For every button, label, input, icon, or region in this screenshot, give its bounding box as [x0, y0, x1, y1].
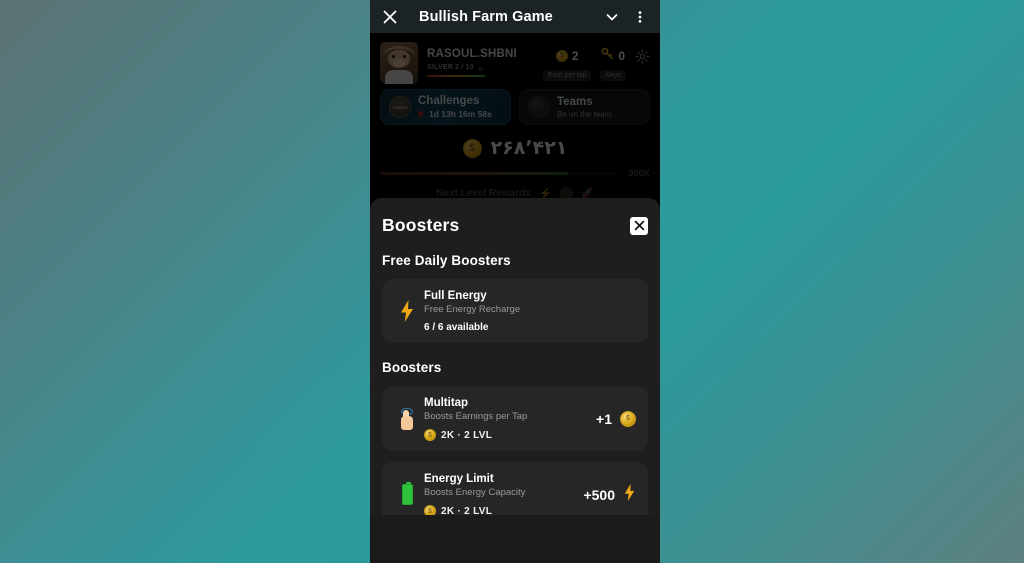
boosters-sheet: Boosters Free Daily Boosters Full Energy… [370, 198, 660, 563]
tap-hand-icon [394, 407, 420, 430]
balance-row: ۲۶۸٬۴۲۱ [380, 137, 650, 159]
stats-group: 2 Earn per tap 0 Keys [542, 44, 650, 82]
stat-keys: 0 Keys [600, 47, 626, 82]
booster-cost: 2K · 2 LVL [441, 429, 493, 441]
card-title: Teams [557, 95, 593, 108]
lightning-bolt-icon [394, 299, 420, 323]
booster-gain-group: +1 [590, 410, 636, 427]
sheet-title: Boosters [382, 215, 460, 235]
card-subtitle: Be on the team [557, 109, 612, 119]
rank-label: SILVER 2 / 10 [427, 64, 474, 72]
sheet-bottom-area [370, 515, 660, 563]
close-icon[interactable] [379, 6, 401, 28]
app-bar: Bullish Farm Game [370, 0, 660, 33]
globe-icon [528, 96, 550, 118]
more-vertical-icon[interactable] [629, 6, 651, 28]
stat-label: Keys [600, 69, 626, 81]
booster-name: Multitap [424, 397, 469, 409]
level-progress-bar [380, 171, 622, 175]
flag-icon [418, 110, 425, 118]
booster-availability: 6 / 6 available [424, 322, 489, 333]
booster-gain: +500 [583, 486, 615, 503]
booster-desc: Boosts Earnings per Tap [424, 411, 528, 422]
booster-full-energy[interactable]: Full Energy Free Energy Recharge 6 / 6 a… [382, 279, 648, 343]
free-boosters-section-title: Free Daily Boosters [382, 253, 511, 268]
level-max-label: 300K [628, 168, 650, 178]
earth-badge-icon [389, 96, 411, 118]
level-progress-row: 300K [380, 168, 650, 178]
challenges-card[interactable]: Challenges 1d 13h 16m 58s [380, 89, 511, 125]
booster-name: Energy Limit [424, 473, 494, 485]
coin-icon [620, 410, 636, 427]
profile-info: RASOUL.SHBNI SILVER 2 / 10 » [427, 48, 543, 78]
coin-icon [424, 429, 436, 441]
stat-label: Earn per tap [542, 69, 592, 81]
game-background: RASOUL.SHBNI SILVER 2 / 10 » 2 Earn per … [370, 33, 660, 200]
booster-desc: Free Energy Recharge [424, 304, 521, 315]
coin-icon [555, 49, 568, 62]
booster-multitap[interactable]: Multitap Boosts Earnings per Tap 2K · 2 … [382, 386, 648, 451]
username: RASOUL.SHBNI [427, 47, 517, 60]
boosters-section-title: Boosters [382, 360, 442, 375]
coin-icon [462, 138, 482, 158]
sheet-header: Boosters [382, 198, 648, 236]
chevron-right-icon: » [477, 62, 483, 73]
profile-row[interactable]: RASOUL.SHBNI SILVER 2 / 10 » 2 Earn per … [380, 33, 650, 85]
key-icon [601, 47, 614, 65]
quick-cards: Challenges 1d 13h 16m 58s Teams Be on th… [380, 89, 650, 125]
booster-desc: Boosts Energy Capacity [424, 487, 526, 498]
gear-icon[interactable] [635, 49, 650, 64]
challenge-timer: 1d 13h 16m 58s [429, 109, 492, 119]
card-title: Challenges [418, 95, 480, 107]
chevron-down-icon[interactable] [601, 6, 623, 28]
rank-progress-bar [427, 74, 485, 78]
battery-icon [394, 482, 420, 505]
booster-gain-group: +500 [577, 483, 636, 507]
stat-earn-per-tap: 2 Earn per tap [542, 48, 592, 82]
bull-avatar [380, 41, 418, 84]
booster-gain: +1 [596, 410, 612, 427]
close-icon[interactable] [630, 216, 648, 235]
booster-name: Full Energy [424, 290, 487, 302]
stat-value: 0 [618, 48, 626, 63]
app-title: Bullish Farm Game [419, 8, 553, 25]
lightning-bolt-icon [623, 483, 636, 507]
stat-value: 2 [571, 48, 579, 63]
rank-row: SILVER 2 / 10 » [427, 63, 543, 73]
phone-viewport: Bullish Farm Game RASOUL.SHBNI SILVER 2 … [370, 0, 660, 563]
teams-card[interactable]: Teams Be on the team [519, 89, 650, 125]
balance-amount: ۲۶۸٬۴۲۱ [490, 137, 568, 159]
